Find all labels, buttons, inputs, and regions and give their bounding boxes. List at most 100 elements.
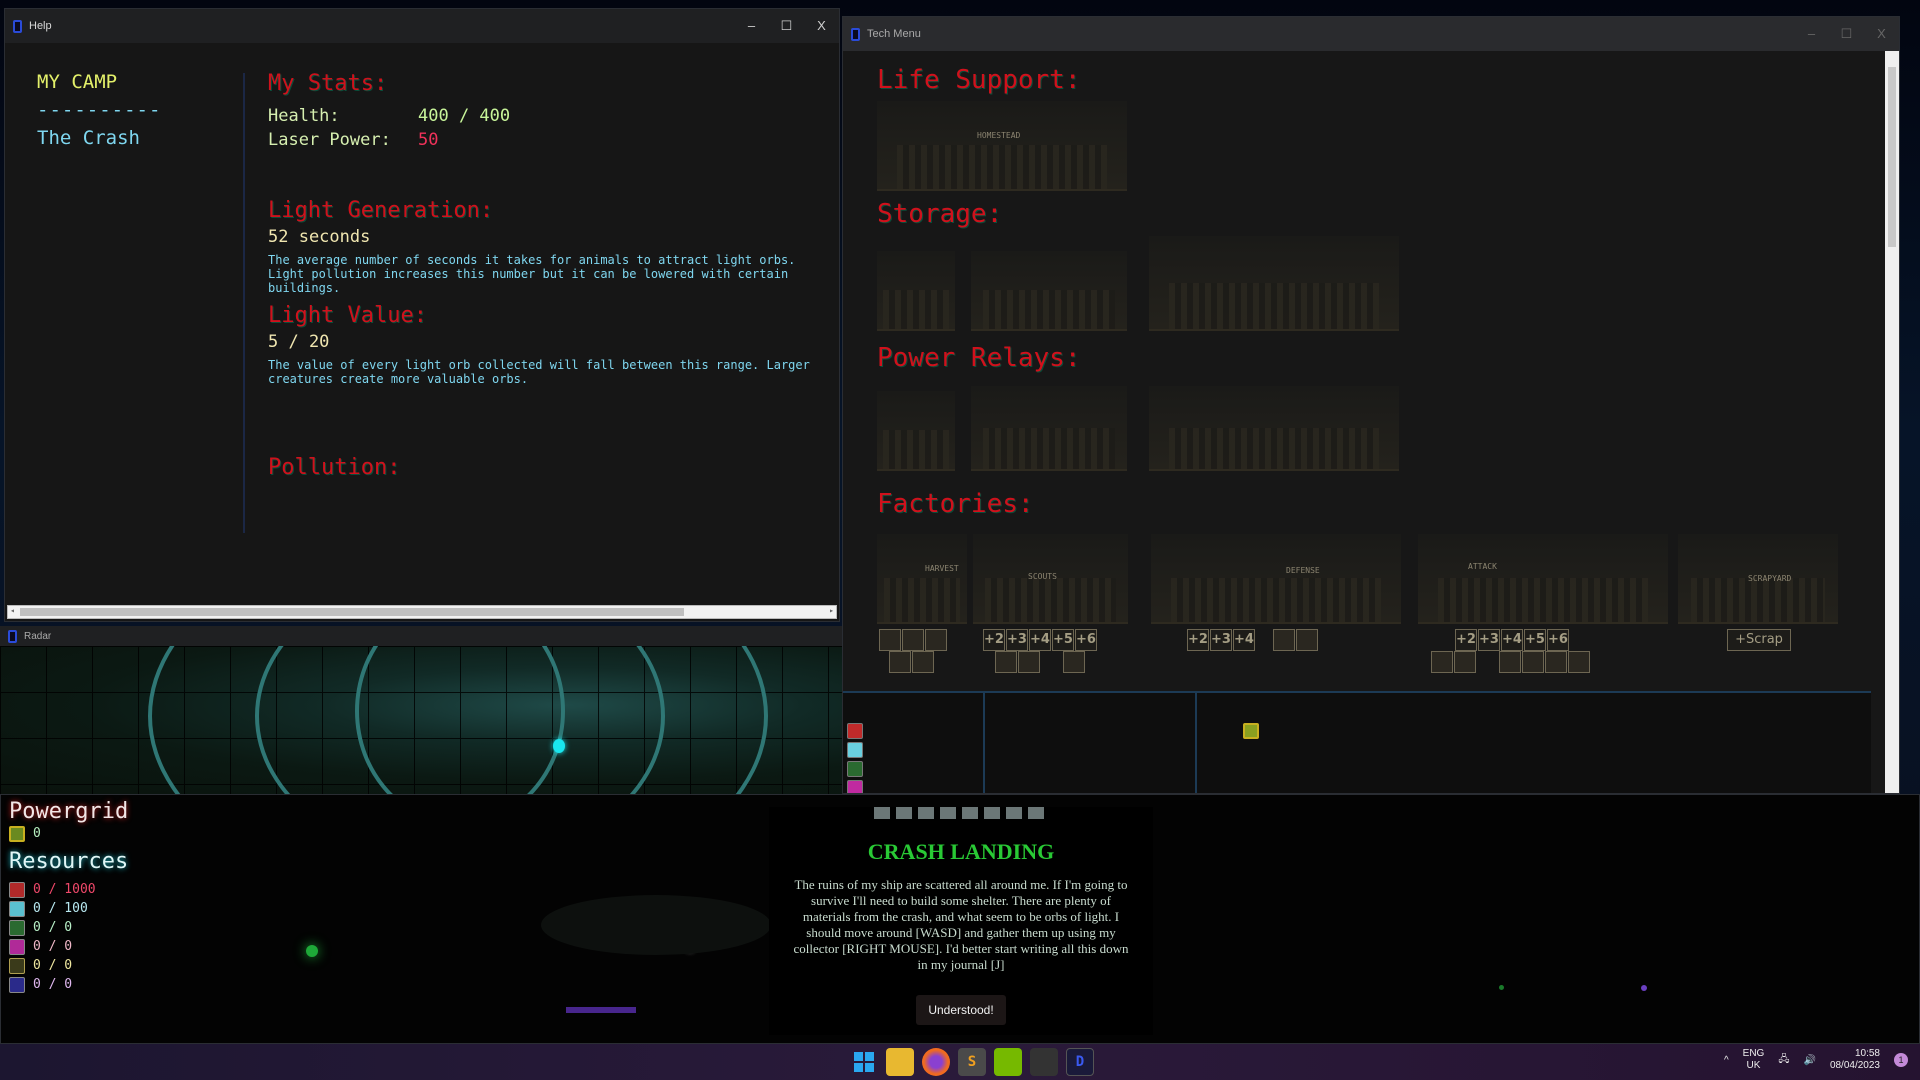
- attack-upgrade-plus2[interactable]: +2: [1455, 629, 1477, 651]
- maximize-button[interactable]: ☐: [769, 18, 804, 34]
- attack-upgrades: +2 +3 +4 +5 +6: [1455, 629, 1569, 651]
- game-view[interactable]: Powergrid 0 Resources 0 / 1000 0 / 100 0…: [0, 794, 1920, 1044]
- scroll-right-arrow[interactable]: ▸: [829, 606, 834, 615]
- region-text: UK: [1746, 1060, 1761, 1071]
- attack-upgrade-plus5[interactable]: +5: [1524, 629, 1546, 651]
- scouts-upgrades-row2: [995, 651, 1040, 673]
- scrollbar-thumb[interactable]: [1888, 67, 1896, 247]
- camp-link-the-crash[interactable]: The Crash: [37, 127, 140, 149]
- harvest-upgrade-2[interactable]: [902, 629, 924, 651]
- light-generation-description: The average number of seconds it takes f…: [268, 253, 796, 295]
- minimize-button[interactable]: –: [734, 18, 769, 34]
- red-block-icon: [9, 881, 25, 898]
- defense-upgrade-plus2[interactable]: +2: [1187, 629, 1209, 651]
- attack-upgrade-unit1[interactable]: [1431, 651, 1453, 673]
- scouts-upgrade-plus6[interactable]: +6: [1075, 629, 1097, 651]
- my-stats: My Stats: Health: 400 / 400 Laser Power:…: [268, 71, 510, 150]
- app-icon: [851, 27, 860, 41]
- network-icon[interactable]: 🖧: [1778, 1052, 1789, 1069]
- building-storage-1[interactable]: [877, 251, 955, 331]
- building-defense[interactable]: DEFENSE: [1151, 534, 1401, 624]
- scouts-upgrade-plus5[interactable]: +5: [1052, 629, 1074, 651]
- date-text: 08/04/2023: [1829, 1060, 1880, 1071]
- building-attack[interactable]: ATTACK: [1418, 534, 1668, 624]
- attack-upgrade-beast2[interactable]: [1545, 651, 1567, 673]
- help-body: MY CAMP ---------- The Crash My Stats: H…: [5, 43, 839, 603]
- d-app-icon[interactable]: D: [1066, 1048, 1094, 1076]
- scrollbar-thumb[interactable]: [20, 608, 684, 616]
- attack-upgrade-vehicle[interactable]: [1568, 651, 1590, 673]
- light-value-description: The value of every light orb collected w…: [268, 358, 810, 386]
- life-support-heading: Life Support:: [877, 65, 1081, 95]
- defense-upgrades: +2 +3 +4: [1187, 629, 1255, 651]
- scouts-upgrade-weapon[interactable]: [1063, 651, 1085, 673]
- maximize-button[interactable]: ☐: [1829, 26, 1864, 42]
- tray-chevron-icon[interactable]: ^: [1724, 1055, 1729, 1066]
- scouts-upgrade-plus3[interactable]: +3: [1006, 629, 1028, 651]
- attack-upgrade-plus6[interactable]: +6: [1547, 629, 1569, 651]
- sublime-text-icon[interactable]: S: [958, 1048, 986, 1076]
- game-app-icon[interactable]: [1030, 1048, 1058, 1076]
- notification-badge[interactable]: 1: [1894, 1053, 1908, 1067]
- building-harvest[interactable]: HARVEST: [877, 534, 967, 624]
- harvest-upgrade-3[interactable]: [925, 629, 947, 651]
- nvidia-icon[interactable]: [994, 1048, 1022, 1076]
- laser-label: Laser Power:: [268, 130, 391, 150]
- scrapyard-upgrade-scrap[interactable]: +Scrap: [1727, 629, 1791, 651]
- close-button[interactable]: X: [804, 18, 839, 34]
- language-indicator[interactable]: ENG UK: [1743, 1048, 1765, 1072]
- building-label: HARVEST: [925, 564, 959, 573]
- defense-upgrade-arch[interactable]: [1296, 629, 1318, 651]
- clock[interactable]: 10:58 08/04/2023: [1830, 1048, 1880, 1072]
- light-generation-section: Light Generation: 52 seconds The average…: [268, 198, 838, 295]
- building-scrapyard[interactable]: SCRAPYARD: [1678, 534, 1838, 624]
- help-titlebar[interactable]: Help – ☐ X: [5, 9, 839, 43]
- attack-upgrade-unit2[interactable]: [1454, 651, 1476, 673]
- start-icon[interactable]: [850, 1048, 878, 1076]
- building-homestead[interactable]: HOMESTEAD: [877, 101, 1127, 191]
- scouts-upgrade-tower[interactable]: [995, 651, 1017, 673]
- understood-button[interactable]: Understood!: [916, 995, 1006, 1025]
- radar-titlebar[interactable]: Radar: [0, 626, 842, 646]
- scouts-upgrade-plus4[interactable]: +4: [1029, 629, 1051, 651]
- file-explorer-icon[interactable]: [886, 1048, 914, 1076]
- window-title: Tech Menu: [867, 28, 921, 40]
- defense-upgrade-plus4[interactable]: +4: [1233, 629, 1255, 651]
- scouts-upgrade-gate[interactable]: [1018, 651, 1040, 673]
- attack-upgrade-plus4[interactable]: +4: [1501, 629, 1523, 651]
- scroll-left-arrow[interactable]: ◂: [10, 606, 15, 615]
- tech-titlebar[interactable]: Tech Menu – ☐ X: [843, 17, 1899, 51]
- app-icon: [13, 19, 22, 33]
- defense-upgrade-wall[interactable]: [1273, 629, 1295, 651]
- radar-window: Radar: [0, 626, 842, 794]
- building-relay-2[interactable]: [971, 386, 1127, 471]
- vertical-scrollbar[interactable]: [1885, 51, 1899, 793]
- hud-panel: Powergrid 0 Resources 0 / 1000 0 / 100 0…: [9, 799, 128, 994]
- building-relay-3[interactable]: [1149, 386, 1399, 471]
- divider: [243, 73, 245, 533]
- light-value-heading: Light Value:: [268, 303, 427, 328]
- close-button[interactable]: X: [1864, 26, 1899, 42]
- harvest-upgrade-4[interactable]: [889, 651, 911, 673]
- minimize-button[interactable]: –: [1794, 26, 1829, 42]
- building-label: HOMESTEAD: [977, 131, 1021, 140]
- attack-upgrade-plus3[interactable]: +3: [1478, 629, 1500, 651]
- scouts-upgrades-row2b: [1063, 651, 1085, 673]
- building-storage-2[interactable]: [971, 251, 1127, 331]
- firefox-icon[interactable]: [922, 1048, 950, 1076]
- volume-icon[interactable]: 🔊: [1803, 1055, 1815, 1066]
- harvest-upgrades: [879, 629, 947, 651]
- harvest-upgrade-1[interactable]: [879, 629, 901, 651]
- attack-upgrade-beast1[interactable]: [1522, 651, 1544, 673]
- attack-upgrade-weapon[interactable]: [1499, 651, 1521, 673]
- building-storage-3[interactable]: [1149, 236, 1399, 331]
- blue-cluster-icon: [9, 976, 25, 993]
- camp-title: MY CAMP: [37, 71, 118, 93]
- building-label: ATTACK: [1468, 562, 1497, 571]
- defense-upgrade-plus3[interactable]: +3: [1210, 629, 1232, 651]
- building-scouts[interactable]: SCOUTS: [973, 534, 1128, 624]
- scouts-upgrade-plus2[interactable]: +2: [983, 629, 1005, 651]
- building-relay-1[interactable]: [877, 391, 955, 471]
- horizontal-scrollbar[interactable]: ◂ ▸: [7, 605, 837, 619]
- harvest-upgrade-5[interactable]: [912, 651, 934, 673]
